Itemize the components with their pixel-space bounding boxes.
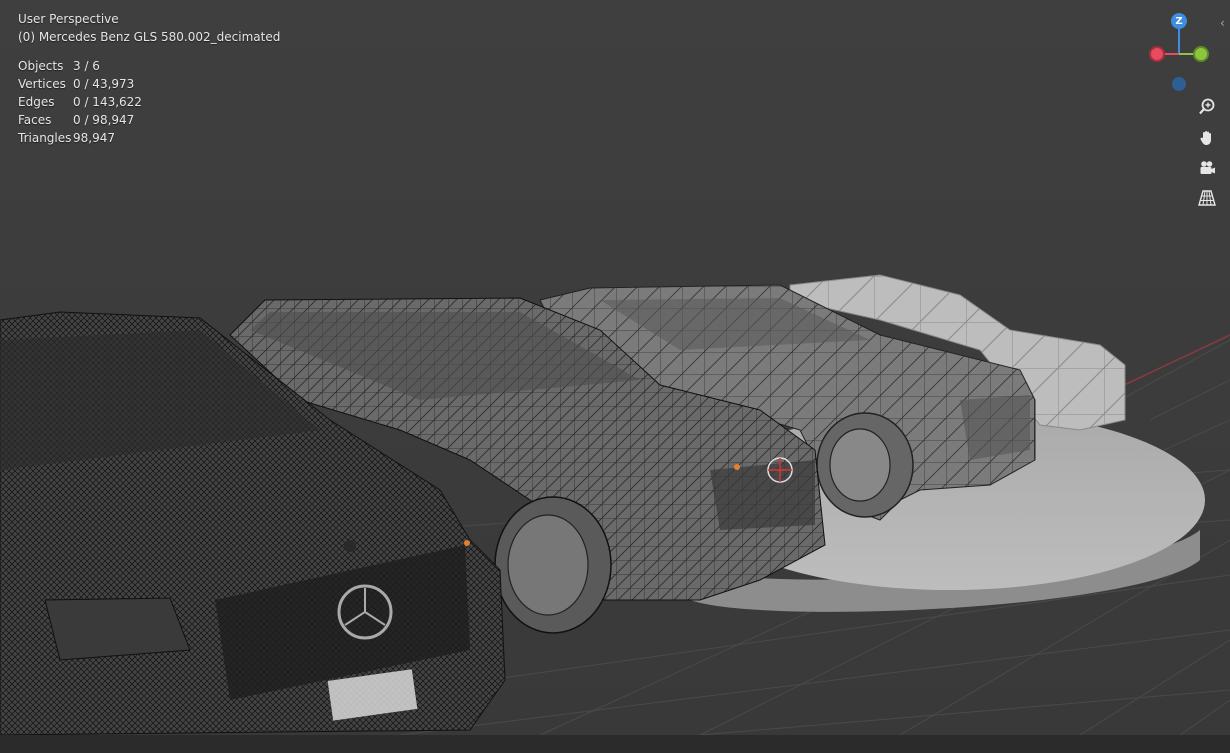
y-axis-handle[interactable] <box>1193 46 1209 62</box>
navigation-gizmo[interactable]: Z <box>1140 8 1220 98</box>
view-name: User Perspective <box>18 12 119 26</box>
stat-label: Objects <box>18 59 64 73</box>
stat-vertices: Vertices 0 / 43,973 <box>18 75 142 93</box>
grid-perspective-icon <box>1198 190 1216 206</box>
status-bar <box>0 735 1230 753</box>
x-axis-handle[interactable] <box>1149 46 1165 62</box>
stat-objects: Objects 3 / 6 <box>18 57 142 75</box>
zoom-icon <box>1199 98 1215 115</box>
stat-label: Faces <box>18 113 52 127</box>
stat-value: 0 / 43,973 <box>73 77 135 91</box>
stat-faces: Faces 0 / 98,947 <box>18 111 142 129</box>
stat-value: 0 / 143,622 <box>73 95 142 109</box>
hand-pan-icon <box>1200 131 1211 145</box>
stat-edges: Edges 0 / 143,622 <box>18 93 142 111</box>
stat-value: 98,947 <box>73 131 115 145</box>
camera-view-button[interactable] <box>1195 156 1219 180</box>
3d-viewport[interactable]: User Perspective (0) Mercedes Benz GLS 5… <box>0 0 1230 736</box>
zoom-button[interactable] <box>1195 95 1219 119</box>
z-axis-label: Z <box>1175 15 1183 27</box>
stat-label: Triangles <box>18 131 72 145</box>
scene-canvas[interactable] <box>0 0 1230 735</box>
stat-value: 0 / 98,947 <box>73 113 135 127</box>
stat-label: Vertices <box>18 77 66 91</box>
stat-triangles: Triangles 98,947 <box>18 129 142 147</box>
pan-button[interactable] <box>1195 126 1219 150</box>
neg-z-axis-handle[interactable] <box>1172 77 1186 91</box>
perspective-toggle-button[interactable] <box>1195 186 1219 210</box>
active-object-name: (0) Mercedes Benz GLS 580.002_decimated <box>18 30 281 44</box>
stat-value: 3 / 6 <box>73 59 100 73</box>
camera-icon <box>1200 161 1215 174</box>
stat-label: Edges <box>18 95 55 109</box>
z-axis-handle[interactable]: Z <box>1171 13 1187 29</box>
collapse-sidebar-icon[interactable]: ‹ <box>1220 16 1225 30</box>
scene-statistics: Objects 3 / 6 Vertices 0 / 43,973 Edges … <box>18 57 142 147</box>
